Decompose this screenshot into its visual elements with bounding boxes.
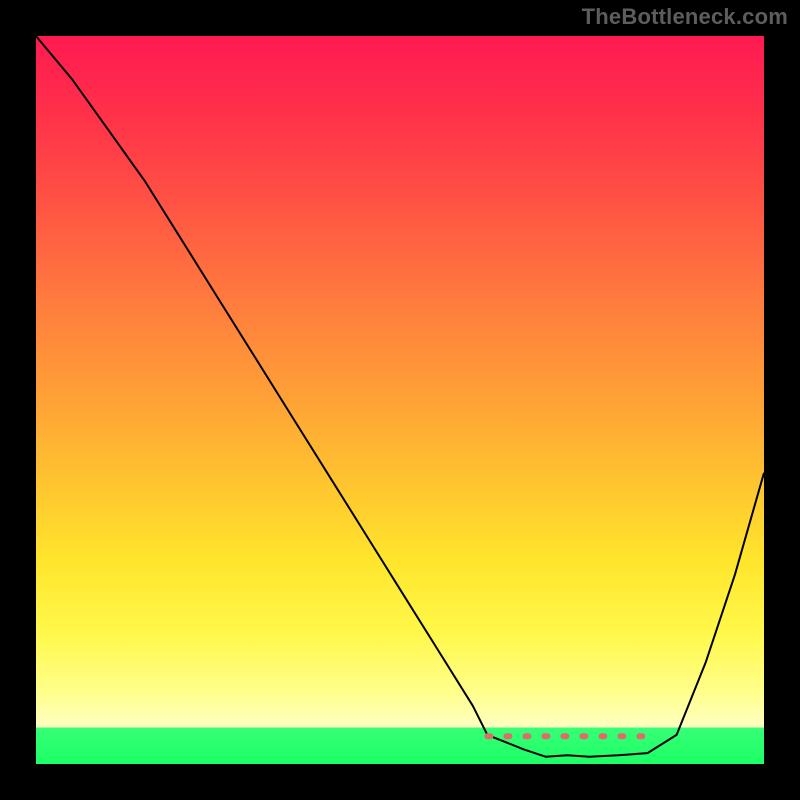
bottleneck-curve — [36, 36, 764, 757]
attribution-text: TheBottleneck.com — [582, 4, 788, 30]
chart-svg — [36, 36, 764, 764]
plot-area — [36, 36, 764, 764]
chart-frame: TheBottleneck.com — [0, 0, 800, 800]
